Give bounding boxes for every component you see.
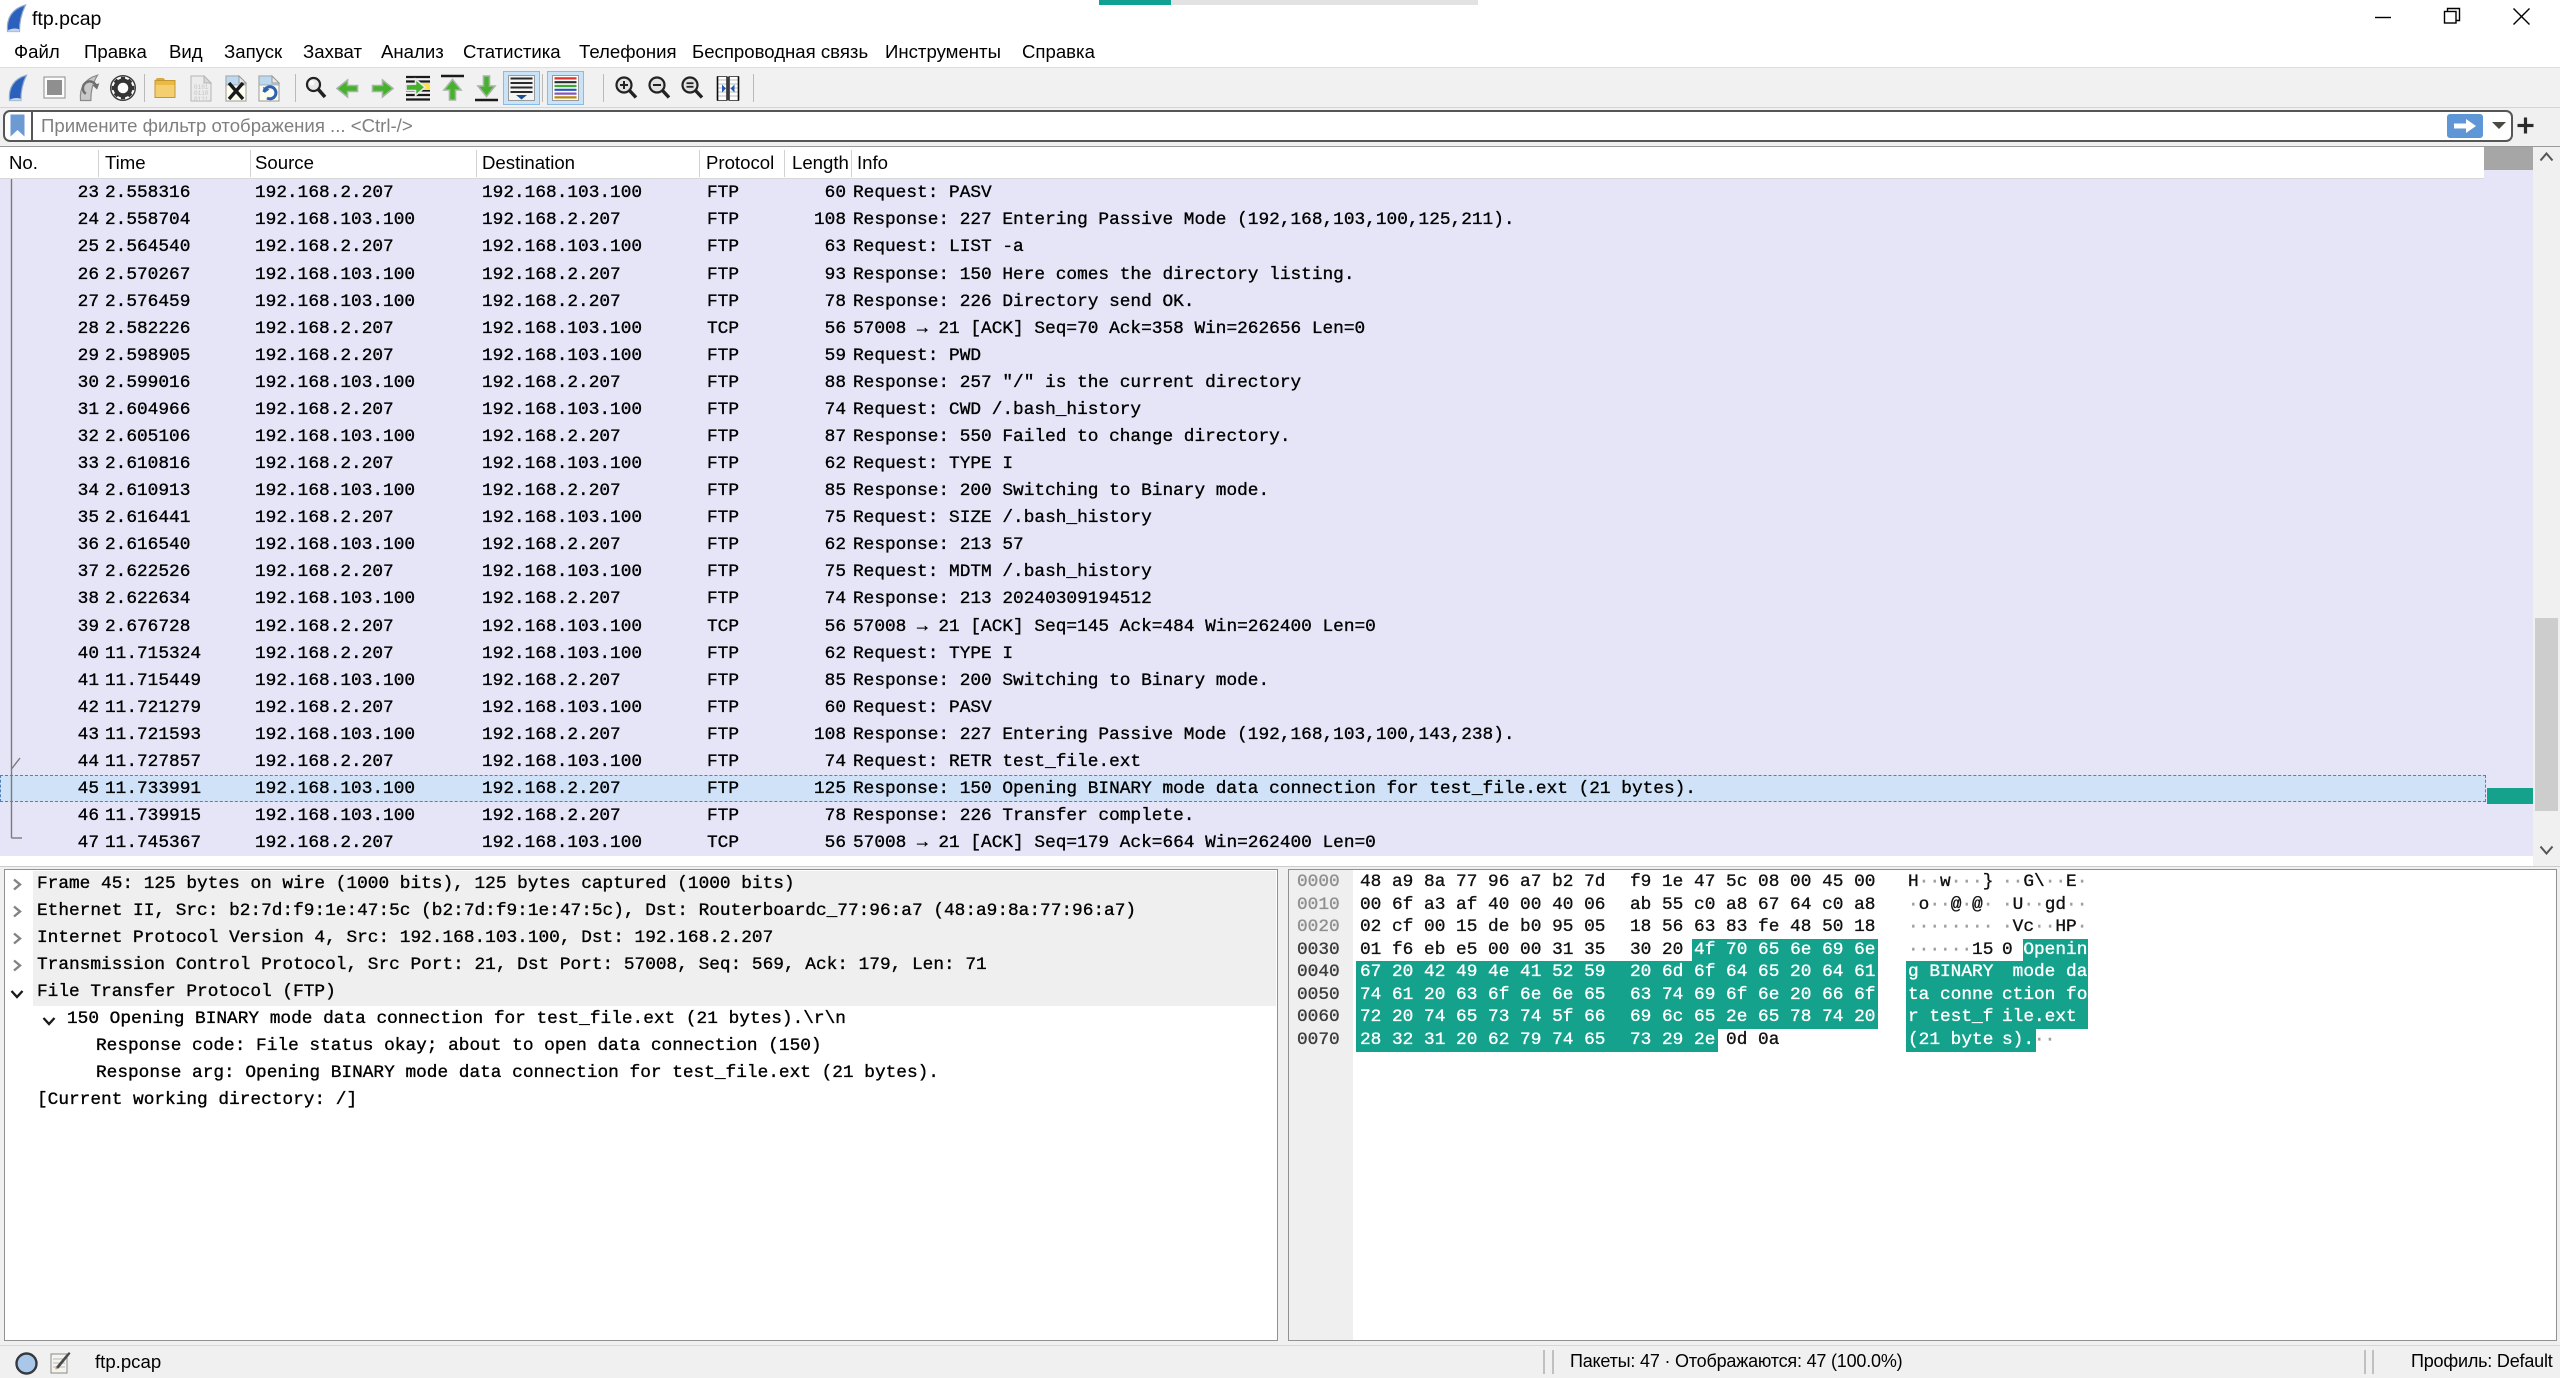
svg-text:0111: 0111 bbox=[194, 96, 209, 102]
